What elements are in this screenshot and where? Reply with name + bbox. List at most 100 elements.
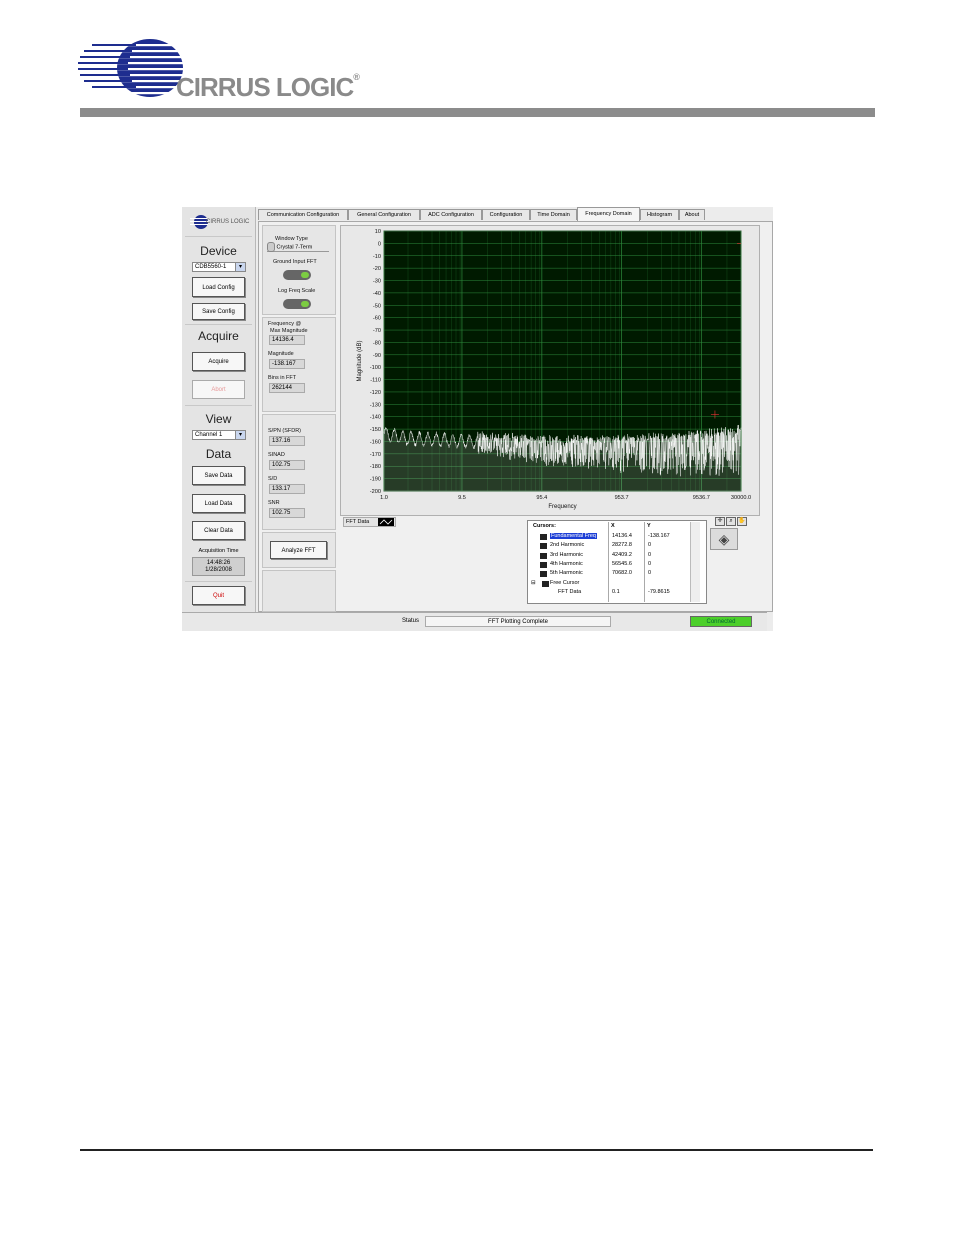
divider <box>185 405 252 406</box>
freq-max-label: Frequency @ <box>268 321 302 327</box>
cursor-swatch <box>542 580 549 587</box>
tab-adc-configuration[interactable]: ADC Configuration <box>420 209 482 220</box>
app-logo: CIRRUS LOGIC <box>190 213 249 231</box>
cursor-x: 56545.6 <box>612 560 632 567</box>
device-select[interactable]: CDB5560-1 ▾ <box>192 262 246 272</box>
bins-value: 262144 <box>269 383 305 393</box>
y-tick-label: 10 <box>375 229 381 235</box>
load-config-button[interactable]: Load Config <box>192 277 245 297</box>
y-tick-label: -190 <box>370 477 381 483</box>
connection-indicator: Connected <box>690 616 752 627</box>
cursor-move-icon[interactable]: ✛ <box>715 517 725 526</box>
y-tick-label: -170 <box>370 452 381 458</box>
cirrus-logo-mark <box>78 39 188 97</box>
x-tick-label: 95.4 <box>536 495 547 501</box>
save-data-button[interactable]: Save Data <box>192 466 245 485</box>
zoom-icon[interactable]: ⌕ <box>726 517 736 526</box>
y-tick-label: -90 <box>373 353 381 359</box>
tab-configuration[interactable]: Configuration <box>482 209 530 220</box>
cursor-name: 5th Harmonic <box>550 570 583 577</box>
left-panel: CIRRUS LOGIC Device CDB5560-1 ▾ Load Conf… <box>182 207 256 612</box>
tab-frequency-domain[interactable]: Frequency Domain <box>577 207 640 221</box>
load-data-button[interactable]: Load Data <box>192 494 245 513</box>
sinad-label: SINAD <box>268 452 285 458</box>
log-freq-toggle[interactable] <box>283 299 311 309</box>
pan-hand-icon[interactable]: ✋ <box>737 517 747 526</box>
sd-label: S/D <box>268 476 278 482</box>
cursor-row[interactable]: 2nd Harmonic 28272.8 0 <box>528 542 690 551</box>
freq-max-value: 14136.4 <box>269 335 305 345</box>
ground-input-toggle[interactable] <box>283 270 311 280</box>
freq-max-sublabel: Max Magnitude <box>270 328 308 334</box>
quit-button[interactable]: Quit <box>192 586 245 605</box>
plot-legend: FFT Data <box>343 517 396 527</box>
cursor-header-x: X <box>611 523 615 529</box>
chevron-down-icon: ▾ <box>235 263 245 271</box>
cursor-row[interactable]: 5th Harmonic 70682.0 0 <box>528 570 690 579</box>
tab-time-domain[interactable]: Time Domain <box>530 209 577 220</box>
tab-histogram[interactable]: Histogram <box>640 209 679 220</box>
tab-communication-configuration[interactable]: Communication Configuration <box>258 209 348 220</box>
acquisition-time-label: Acquisition Time <box>198 548 239 554</box>
ground-input-label: Ground Input FFT <box>273 259 317 265</box>
cursor-name: FFT Data <box>558 588 582 595</box>
y-tick-label: -60 <box>373 316 381 322</box>
y-tick-label: -70 <box>373 328 381 334</box>
peak-info-panel: Frequency @ Max Magnitude 14136.4 Magnit… <box>262 317 336 412</box>
cursor-x: 70682.0 <box>612 570 632 577</box>
status-bar: Status FFT Plotting Complete Connected <box>182 612 767 631</box>
cursor-y: -138.167 <box>648 533 670 539</box>
x-tick-label: 30000.0 <box>731 495 751 501</box>
cursor-x: 0.1 <box>612 588 620 595</box>
cursor-x: 42409.2 <box>612 551 632 558</box>
cursor-legend[interactable]: Cursors: X Y Fundamental Freq 14136.4 -138… <box>527 520 707 604</box>
y-axis-title: Magnitude (dB) <box>357 340 363 381</box>
cursor-direction-pad-icon[interactable]: ◈ <box>710 528 738 550</box>
window-type-selector[interactable]: Crystal 7-Term <box>267 242 329 252</box>
snr-value: 102.75 <box>269 508 305 518</box>
cursor-name: 3rd Harmonic <box>550 551 584 558</box>
cursor-row[interactable]: FFT Data 0.1 -79.8615 <box>528 589 690 598</box>
tab-about[interactable]: About <box>679 209 705 220</box>
cursor-name: Free Cursor <box>550 579 580 586</box>
fft-graph[interactable]: 10 0 -10 -20 -30 -40 -50 -60 -70 -80 -90 -100 -110 -1… <box>340 225 760 516</box>
header-divider <box>80 108 875 117</box>
collapse-icon[interactable]: ⊟ <box>531 580 536 586</box>
status-label: Status <box>402 618 420 624</box>
cursor-swatch <box>540 552 547 559</box>
status-text: FFT Plotting Complete <box>425 616 611 627</box>
window-type-value: Crystal 7-Term <box>276 244 313 251</box>
cursor-x: 14136.4 <box>612 533 632 539</box>
abort-button[interactable]: Abort <box>192 380 245 399</box>
divider <box>185 324 252 325</box>
led-indicator <box>301 272 309 278</box>
magnitude-value: -138.167 <box>269 359 305 369</box>
cursor-scrollbar[interactable] <box>690 522 700 602</box>
clear-data-button[interactable]: Clear Data <box>192 521 245 540</box>
legend-swatch <box>378 518 394 526</box>
acquire-button[interactable]: Acquire <box>192 352 245 371</box>
channel-select[interactable]: Channel 1 ▾ <box>192 430 246 440</box>
cursor-row[interactable]: ⊟ Free Cursor <box>528 580 690 589</box>
data-title: Data <box>205 447 232 461</box>
save-config-button[interactable]: Save Config <box>192 303 245 320</box>
divider <box>185 581 252 582</box>
y-tick-label: -110 <box>370 378 381 384</box>
chevron-down-icon: ▾ <box>235 431 245 439</box>
analyze-fft-button[interactable]: Analyze FFT <box>270 541 327 559</box>
x-axis-title: Frequency <box>548 504 576 510</box>
x-tick-label: 1.0 <box>380 495 388 501</box>
cursor-row[interactable]: 3rd Harmonic 42409.2 0 <box>528 552 690 561</box>
fft-plot: 10 0 -10 -20 -30 -40 -50 -60 -70 -80 -90 -100 -110 -1… <box>357 229 751 510</box>
ring-selector-icon <box>267 242 275 252</box>
tab-general-configuration[interactable]: General Configuration <box>348 209 420 220</box>
log-freq-label: Log Freq Scale <box>278 288 316 294</box>
sinad-value: 102.75 <box>269 460 305 470</box>
y-tick-label: -80 <box>373 340 381 346</box>
app-window: CIRRUS LOGIC Device CDB5560-1 ▾ Load Conf… <box>182 207 773 631</box>
cursor-swatch <box>540 571 547 578</box>
cursor-row[interactable]: 4th Harmonic 56545.6 0 <box>528 561 690 570</box>
cursor-row[interactable]: Fundamental Freq 14136.4 -138.167 <box>528 533 690 542</box>
y-tick-label: -130 <box>370 402 381 408</box>
analyze-panel: Analyze FFT <box>262 532 336 568</box>
